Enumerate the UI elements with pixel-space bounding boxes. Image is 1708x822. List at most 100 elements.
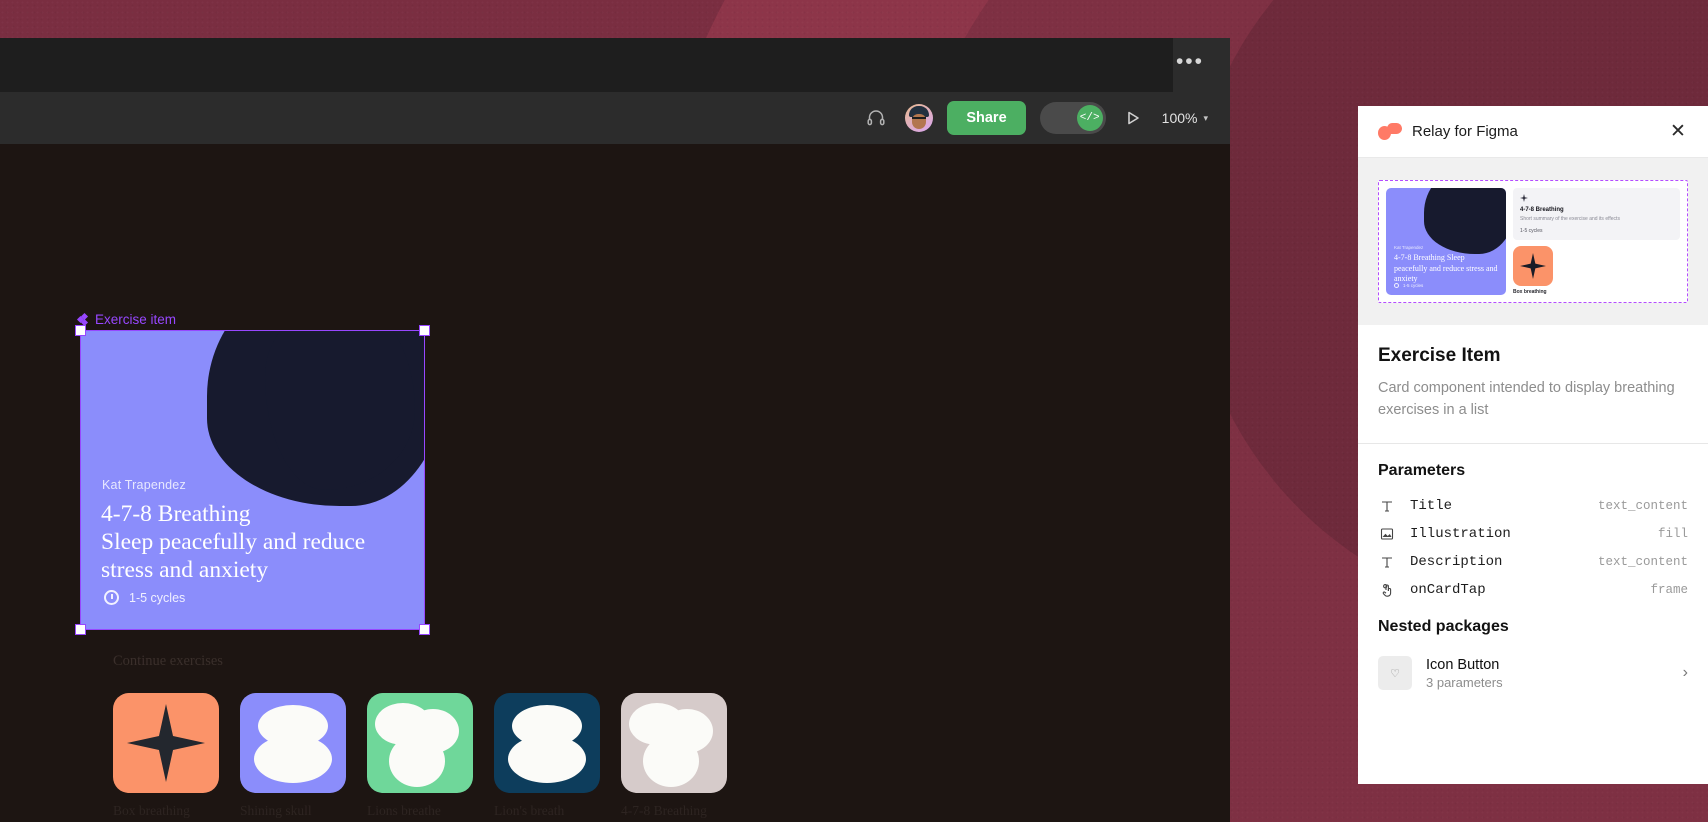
- blob-shape-3: [643, 735, 699, 787]
- nested-package-row[interactable]: ♡ Icon Button 3 parameters ›: [1378, 648, 1688, 698]
- share-button[interactable]: Share: [947, 101, 1026, 135]
- nested-packages-section: Nested packages ♡ Icon Button 3 paramete…: [1358, 614, 1708, 708]
- component-diamond-icon: [76, 312, 89, 327]
- close-icon[interactable]: ✕: [1666, 120, 1690, 144]
- preview-mini-card: Kat Trapendez 4-7-8 Breathing Sleep peac…: [1386, 188, 1506, 295]
- nested-package-thumbnail: ♡: [1378, 656, 1412, 690]
- nested-package-text: Icon Button 3 parameters: [1426, 657, 1669, 690]
- continue-exercises-section: Continue exercises Box breathing Shining…: [113, 653, 727, 822]
- figma-toolbar: Share </> 100% ▾: [0, 92, 1230, 144]
- parameter-name: Title: [1410, 498, 1453, 514]
- tab-strip: [0, 38, 1173, 92]
- exercise-thumb-label: Lion's breath: [494, 803, 565, 818]
- card-author: Kat Trapendez: [102, 478, 186, 492]
- zoom-level-label: 100%: [1161, 110, 1198, 126]
- parameter-row[interactable]: Description text_content: [1378, 548, 1688, 576]
- preview-author: Kat Trapendez: [1394, 245, 1424, 250]
- preview-chip-caption: Box breathing: [1513, 289, 1547, 295]
- relay-logo-icon: [1378, 122, 1402, 141]
- exercise-thumb-item[interactable]: 4-7-8 Breathing: [621, 693, 727, 822]
- exercise-thumb-label: 4-7-8 Breathing: [621, 803, 707, 818]
- zoom-control[interactable]: 100% ▾: [1160, 106, 1210, 130]
- exercise-thumb-image: [494, 693, 600, 793]
- exercise-thumb-image: [367, 693, 473, 793]
- avatar-glasses: [912, 117, 927, 121]
- clock-icon: [104, 590, 119, 605]
- code-icon: </>: [1076, 105, 1103, 131]
- text-icon: [1378, 553, 1396, 571]
- preview-info-title: 4-7-8 Breathing: [1520, 207, 1564, 213]
- preview-chip: [1513, 246, 1553, 286]
- component-about: Exercise Item Card component intended to…: [1358, 325, 1708, 444]
- user-avatar[interactable]: [905, 104, 934, 132]
- exercise-thumb-label: Lions breathe: [367, 803, 441, 818]
- more-options-button[interactable]: •••: [1168, 51, 1212, 79]
- chevron-down-icon: ▾: [1203, 112, 1208, 123]
- exercise-thumb-item[interactable]: Box breathing: [113, 693, 219, 822]
- window-titlebar: •••: [0, 38, 1230, 92]
- image-icon: [1378, 525, 1396, 543]
- sparkle-icon: [1520, 194, 1528, 202]
- parameter-row[interactable]: Title text_content: [1378, 492, 1688, 520]
- preview-info-card: 4-7-8 Breathing Short summary of the exe…: [1513, 188, 1680, 240]
- parameter-type: fill: [1657, 527, 1688, 541]
- exercise-thumb-label: Box breathing: [113, 803, 190, 818]
- parameter-type: frame: [1650, 583, 1688, 597]
- plugin-title: Relay for Figma: [1412, 123, 1518, 140]
- preview-right-column: 4-7-8 Breathing Short summary of the exe…: [1513, 188, 1680, 295]
- exercise-thumb-item[interactable]: Lions breathe: [367, 693, 473, 822]
- sparkle-icon: [1520, 253, 1546, 279]
- selection-label: Exercise item: [76, 312, 177, 327]
- card-duration: 1-5 cycles: [104, 590, 185, 605]
- nested-package-title: Icon Button: [1426, 656, 1500, 673]
- parameter-name: Description: [1410, 554, 1503, 570]
- preview-frame[interactable]: Kat Trapendez 4-7-8 Breathing Sleep peac…: [1378, 180, 1688, 303]
- exercise-thumb-label: Shining skull breath: [240, 803, 312, 822]
- exercise-thumb-item[interactable]: Shining skull breath: [240, 693, 346, 822]
- sparkle-icon: [127, 704, 205, 782]
- exercise-item-card[interactable]: Kat Trapendez 4-7-8 Breathing Sleep peac…: [80, 330, 425, 630]
- figma-canvas[interactable]: Exercise item Kat Trapendez 4-7-8 Breath…: [0, 144, 1230, 822]
- parameter-name: onCardTap: [1410, 582, 1486, 598]
- exercise-thumbnail-row: Box breathing Shining skull breath: [113, 693, 727, 822]
- component-preview: Kat Trapendez 4-7-8 Breathing Sleep peac…: [1358, 158, 1708, 325]
- plugin-panel-header: Relay for Figma ✕: [1358, 106, 1708, 158]
- preview-duration: 1-5 cycles: [1394, 283, 1423, 288]
- figma-window: ••• Share </> 100% ▾ Exercise item Kat T…: [0, 38, 1230, 822]
- selection-label-text: Exercise item: [95, 312, 177, 327]
- present-play-button[interactable]: [1120, 105, 1146, 131]
- exercise-thumb-image: [240, 693, 346, 793]
- card-duration-text: 1-5 cycles: [129, 590, 186, 605]
- component-title: Exercise Item: [1378, 345, 1501, 366]
- parameters-title: Parameters: [1378, 462, 1466, 479]
- relay-plugin-panel: Relay for Figma ✕ Kat Trapendez 4-7-8 Br…: [1358, 106, 1708, 784]
- card-headline: 4-7-8 Breathing Sleep peacefully and red…: [101, 501, 366, 583]
- nested-package-subtitle: 3 parameters: [1426, 674, 1503, 690]
- blob-shape-3: [389, 735, 445, 787]
- parameter-row[interactable]: Illustration fill: [1378, 520, 1688, 548]
- exercise-thumb-image: [621, 693, 727, 793]
- parameter-row[interactable]: onCardTap frame: [1378, 576, 1688, 604]
- preview-info-meta: 1-5 cycles: [1520, 228, 1543, 234]
- tap-icon: [1378, 581, 1396, 599]
- nested-packages-title: Nested packages: [1378, 618, 1509, 635]
- preview-chip-row: Box breathing: [1513, 246, 1680, 295]
- text-icon: [1378, 497, 1396, 515]
- continue-exercises-title: Continue exercises: [113, 653, 223, 669]
- exercise-thumb-item[interactable]: Lion's breath: [494, 693, 600, 822]
- dev-mode-toggle[interactable]: </>: [1039, 102, 1106, 134]
- chevron-right-icon[interactable]: ›: [1683, 664, 1688, 682]
- preview-info-desc: Short summary of the exercise and its ef…: [1520, 216, 1620, 222]
- headphones-icon[interactable]: [861, 103, 891, 133]
- preview-headline: 4-7-8 Breathing Sleep peacefully and red…: [1394, 253, 1498, 283]
- exercise-thumb-image: [113, 693, 219, 793]
- parameter-type: text_content: [1597, 555, 1688, 569]
- component-description: Card component intended to display breat…: [1378, 380, 1675, 418]
- parameters-section: Parameters Title text_content Illustrati…: [1358, 444, 1708, 614]
- preview-duration-text: 1-5 cycles: [1403, 283, 1424, 288]
- parameter-type: text_content: [1597, 499, 1688, 513]
- parameter-name: Illustration: [1410, 526, 1511, 542]
- preview-blob: [1424, 188, 1506, 254]
- blob-shape-bottom: [254, 735, 332, 783]
- clock-icon: [1394, 283, 1399, 288]
